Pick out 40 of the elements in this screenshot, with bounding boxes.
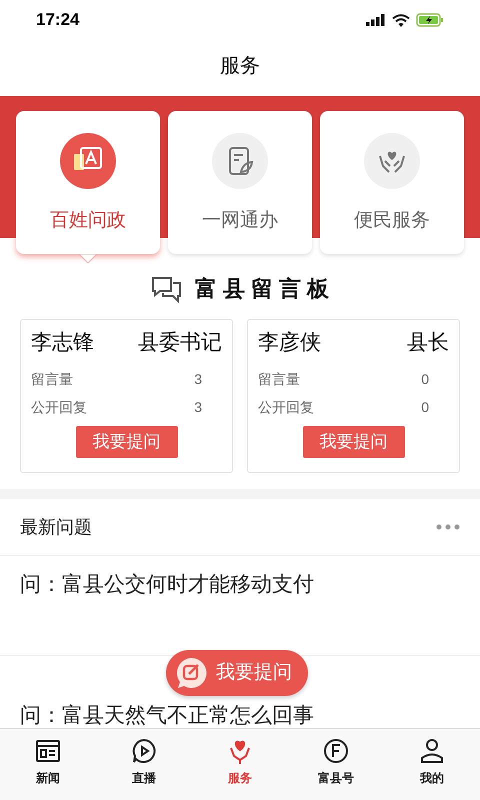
stat-value: 3	[194, 398, 202, 416]
stat-value: 0	[421, 398, 429, 416]
nav-tab[interactable]: 直播	[96, 729, 192, 800]
service-card[interactable]: 一网通办	[168, 111, 312, 254]
more-icon[interactable]	[436, 524, 460, 530]
question-text[interactable]: 问：富县天然气不正常怎么回事	[20, 705, 314, 726]
play-bubble-icon	[130, 737, 158, 765]
person-icon	[418, 737, 446, 765]
page-title: 服务	[220, 54, 260, 79]
nav-tab[interactable]: 富县号	[288, 729, 384, 800]
nav-tab[interactable]: 新闻	[0, 729, 96, 800]
signal-icon	[366, 14, 386, 26]
service-card[interactable]: 百姓问政	[16, 111, 160, 254]
service-card[interactable]: 便民服务	[320, 111, 464, 254]
leader-name: 李志锋	[31, 330, 94, 356]
ask-button[interactable]: 我要提问	[76, 426, 178, 458]
battery-charging-icon	[416, 13, 444, 27]
section-title: 最新问题	[20, 516, 92, 538]
stat-value: 0	[421, 370, 429, 388]
nav-tab[interactable]: 服务	[192, 729, 288, 800]
wifi-icon	[392, 14, 410, 26]
question-text[interactable]: 问：富县公交何时才能移动支付	[20, 573, 314, 596]
stat-value: 3	[194, 370, 202, 388]
stat-label: 公开回复	[258, 398, 314, 416]
status-time: 17:24	[36, 9, 80, 32]
ask-button[interactable]: 我要提问	[302, 426, 404, 458]
nav-tab[interactable]: 我的	[384, 729, 480, 800]
leader-position: 县长	[407, 330, 449, 356]
pointer-arrow-icon	[79, 254, 97, 263]
stat-label: 留言量	[258, 370, 300, 388]
letter-circle-icon	[322, 737, 350, 765]
board-title: 富 县 留 言 板	[194, 275, 330, 303]
leader-position: 县委书记	[138, 330, 222, 356]
stat-label: 留言量	[31, 370, 73, 388]
chat-bubbles-icon	[150, 274, 183, 302]
leader-name: 李彦侠	[258, 330, 321, 356]
edit-bubble-icon	[174, 656, 208, 690]
stat-label: 公开回复	[31, 398, 87, 416]
floating-ask-button[interactable]: 我要提问	[166, 650, 308, 696]
newspaper-icon	[34, 737, 62, 765]
